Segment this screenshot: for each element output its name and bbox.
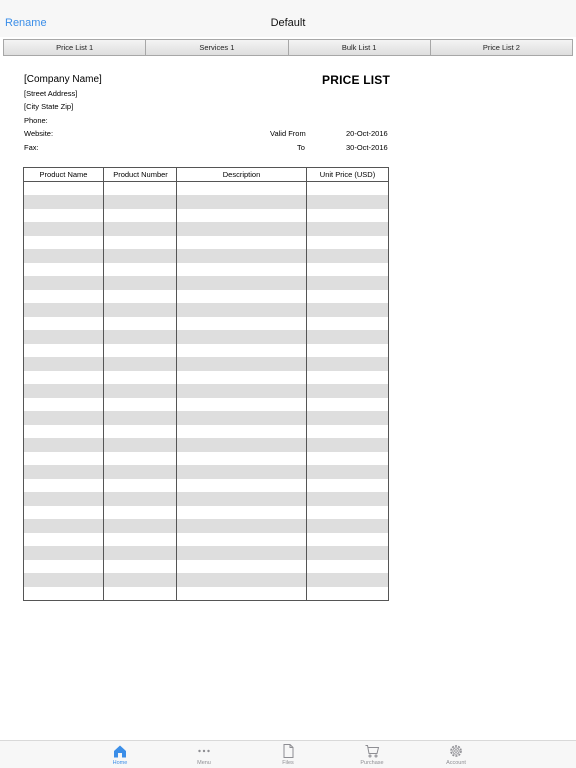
table-row[interactable] <box>24 573 388 587</box>
header-product-number: Product Number <box>113 170 168 179</box>
column-divider <box>306 168 307 600</box>
file-icon <box>283 744 294 758</box>
phone-label: Phone: <box>24 116 48 125</box>
column-divider <box>176 168 177 600</box>
tabbar-home-label: Home <box>112 760 128 766</box>
more-icon <box>198 749 210 753</box>
to-date[interactable]: 30-Oct-2016 <box>346 143 388 152</box>
website-label: Website: <box>24 129 54 138</box>
gear-icon <box>450 745 462 757</box>
sheet-tabs: Price List 1 Services 1 Bulk List 1 Pric… <box>3 39 573 56</box>
tabbar-account[interactable]: Account <box>431 743 481 766</box>
valid-from-label: Valid From <box>270 129 306 138</box>
header-description: Description <box>222 170 261 179</box>
table-row[interactable] <box>24 492 388 506</box>
valid-from-date[interactable]: 20-Oct-2016 <box>346 129 388 138</box>
column-divider <box>103 168 104 600</box>
tab-bulk-list-1[interactable]: Bulk List 1 <box>288 39 431 56</box>
tabbar-purchase-label: Purchase <box>360 760 384 766</box>
cart-icon <box>365 745 380 758</box>
header-product-name: Product Name <box>39 170 88 179</box>
to-label: To <box>297 143 305 152</box>
table-row[interactable] <box>24 249 388 263</box>
table-row[interactable] <box>24 357 388 371</box>
tabbar-home[interactable]: Home <box>95 743 145 766</box>
price-table: Product Name Product Number Description … <box>23 167 389 601</box>
city-state-zip[interactable]: [City State Zip] <box>24 102 73 111</box>
street-address[interactable]: [Street Address] <box>24 89 77 98</box>
tab-price-list-2[interactable]: Price List 2 <box>430 39 573 56</box>
table-row[interactable] <box>24 330 388 344</box>
document-title: PRICE LIST <box>322 73 391 87</box>
tabbar-menu-label: Menu <box>197 760 211 766</box>
tab-price-list-1[interactable]: Price List 1 <box>3 39 147 56</box>
home-icon <box>114 745 126 758</box>
tabbar-files[interactable]: Files <box>263 743 313 766</box>
header-unit-price: Unit Price (USD) <box>319 170 376 179</box>
table-row[interactable] <box>24 411 388 425</box>
tabbar-menu[interactable]: Menu <box>179 743 229 766</box>
bottom-tab-bar: Home Menu Files Purchase Account <box>0 740 576 768</box>
table-row[interactable] <box>24 195 388 209</box>
table-row[interactable] <box>24 546 388 560</box>
table-row[interactable] <box>24 465 388 479</box>
tabbar-files-label: Files <box>282 760 294 766</box>
navigation-bar: Rename Default <box>0 0 576 37</box>
page-title: Default <box>270 17 306 29</box>
table-row[interactable] <box>24 276 388 290</box>
table-row[interactable] <box>24 222 388 236</box>
table-row[interactable] <box>24 438 388 452</box>
company-name[interactable]: [Company Name] <box>24 74 102 85</box>
fax-label: Fax: <box>24 143 39 152</box>
tab-services-1[interactable]: Services 1 <box>146 39 289 56</box>
table-row[interactable] <box>24 519 388 533</box>
table-header: Product Name Product Number Description … <box>24 168 388 182</box>
tabbar-account-label: Account <box>446 760 466 766</box>
table-row[interactable] <box>24 303 388 317</box>
tabbar-purchase[interactable]: Purchase <box>347 743 397 766</box>
table-row[interactable] <box>24 384 388 398</box>
